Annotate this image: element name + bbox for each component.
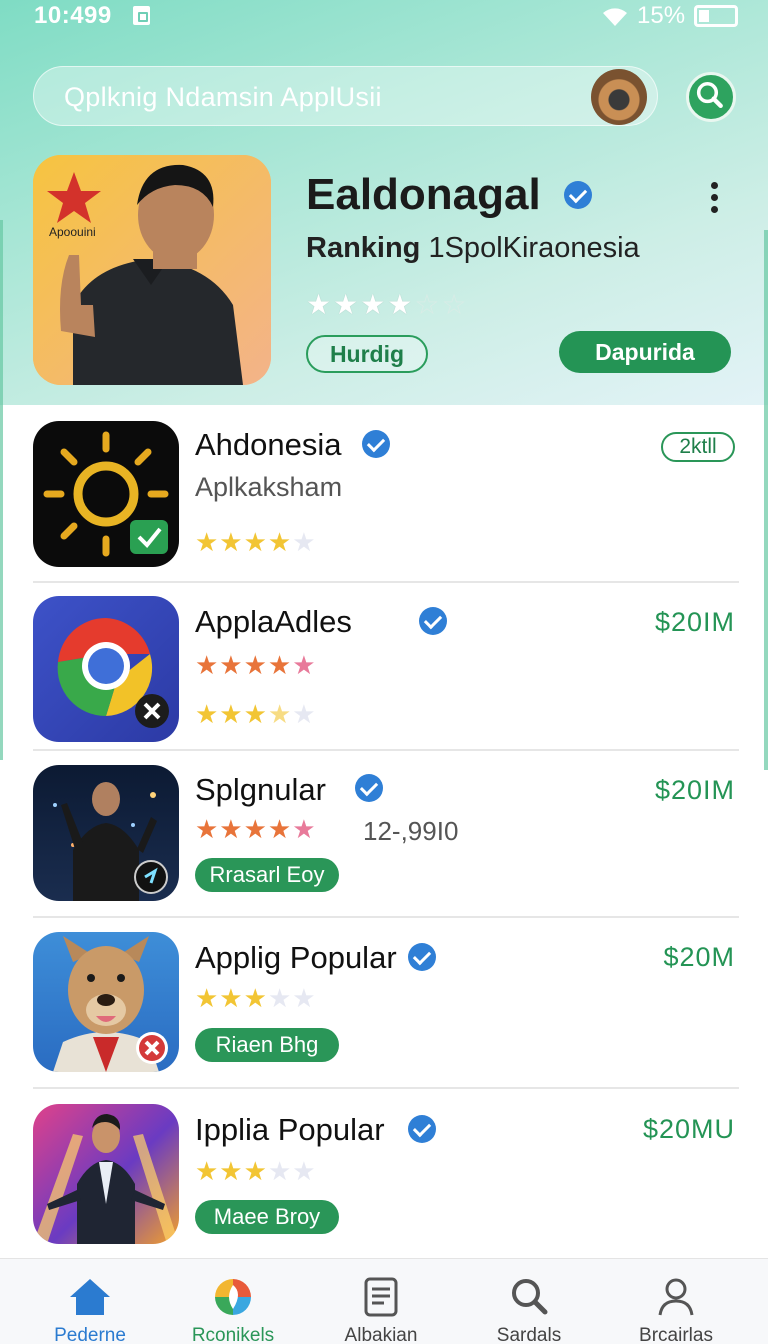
dog-icon: [33, 932, 179, 1072]
featured-app-title: Ealdonagal: [306, 170, 541, 219]
nav-item-home[interactable]: Pederne: [20, 1259, 160, 1344]
app-tag[interactable]: 2ktll: [661, 432, 735, 462]
rating-count: 12-,99I0: [363, 816, 459, 846]
rating-stars: ★★★★★: [195, 983, 317, 1013]
nav-label: Brcairlas: [639, 1325, 713, 1344]
search-icon: [512, 1279, 548, 1315]
notification-icon: [133, 6, 150, 25]
app-name: Ipplia Popular: [195, 1112, 385, 1147]
document-icon: [364, 1277, 398, 1317]
status-bar: 10:499 15%: [0, 0, 768, 32]
featured-app-icon[interactable]: Apoouini: [33, 155, 271, 385]
bottom-navigation: Pederne Rconikels Albakian Sardals Brcai…: [0, 1258, 768, 1344]
rating-stars: ★★★★★: [195, 650, 317, 680]
app-chip[interactable]: Riaen Bhg: [195, 1028, 339, 1062]
sun-icon: [33, 421, 179, 567]
featured-icon-label: Apoouini: [49, 225, 96, 239]
divider: [33, 581, 739, 583]
rating-stars: ★★★★★: [195, 814, 317, 844]
battery-icon: [694, 5, 738, 27]
nav-item-documents[interactable]: Albakian: [311, 1259, 451, 1344]
secondary-button[interactable]: Hurdig: [306, 335, 428, 373]
verified-icon: [362, 430, 390, 458]
verified-icon: [355, 774, 383, 802]
nav-item-recommendations[interactable]: Rconikels: [163, 1259, 303, 1344]
search-button[interactable]: [686, 72, 736, 122]
rating-stars: ★★★★★: [195, 527, 317, 557]
profile-icon: [658, 1278, 694, 1316]
app-chip[interactable]: Rrasarl Eoy: [195, 858, 339, 892]
list-item[interactable]: Applig Popular $20M ★★★★★ Riaen Bhg: [33, 932, 739, 1072]
right-edge-accent: [764, 230, 768, 770]
divider: [33, 916, 739, 918]
app-price: $20IM: [654, 607, 735, 637]
primary-button[interactable]: Dapurida: [559, 331, 731, 373]
home-icon: [70, 1279, 110, 1315]
app-price: $20MU: [642, 1114, 735, 1144]
rating-stars: ★★★★★: [195, 1156, 317, 1186]
app-subtitle: Aplkaksham: [195, 472, 343, 502]
presenter-icon: [33, 765, 179, 901]
list-item[interactable]: ApplaAdles $20IM ★★★★★ ★★★★★: [33, 596, 739, 742]
nav-label: Sardals: [496, 1325, 562, 1344]
verified-icon: [564, 181, 592, 209]
app-price: $20M: [663, 942, 735, 972]
verified-icon: [408, 1115, 436, 1143]
search-input[interactable]: Qplknig Ndamsin ApplUsii: [33, 66, 658, 126]
nav-label: Rconikels: [191, 1325, 275, 1344]
search-icon: [696, 82, 723, 108]
rating-stars: ★★★★★: [195, 699, 317, 729]
app-price: $20IM: [654, 775, 735, 805]
avatar[interactable]: [591, 69, 647, 125]
list-item[interactable]: Ipplia Popular $20MU ★★★★★ Maee Broy: [33, 1104, 739, 1244]
battery-percent: 15%: [637, 2, 686, 29]
app-chip[interactable]: Maee Broy: [195, 1200, 339, 1234]
nav-item-profile[interactable]: Brcairlas: [606, 1259, 746, 1344]
nav-label: Pederne: [54, 1325, 126, 1344]
businessman-icon: [33, 1104, 179, 1244]
list-item[interactable]: Splgnular $20IM ★★★★★ 12-,99I0 Rrasarl E…: [33, 765, 739, 903]
featured-app-subtitle: Ranking 1SpolKiraonesia: [306, 232, 640, 264]
leaf-icon: [215, 1279, 251, 1315]
nav-label: Albakian: [344, 1325, 418, 1344]
search-input-text: Qplknig Ndamsin ApplUsii: [64, 82, 382, 112]
app-name: Splgnular: [195, 772, 326, 807]
more-options-icon[interactable]: [706, 182, 722, 216]
wifi-icon: [603, 8, 627, 26]
browser-icon: [33, 596, 179, 742]
featured-rating-stars: ★★★★☆☆: [306, 289, 469, 320]
star-icon: [47, 172, 101, 223]
app-name: ApplaAdles: [195, 604, 352, 639]
status-time: 10:499: [34, 2, 112, 29]
verified-icon: [408, 943, 436, 971]
app-name: Applig Popular: [195, 940, 397, 975]
app-name: Ahdonesia: [195, 427, 342, 462]
nav-item-search[interactable]: Sardals: [459, 1259, 599, 1344]
left-edge-accent: [0, 220, 3, 760]
divider: [33, 1087, 739, 1089]
divider: [33, 749, 739, 751]
verified-icon: [419, 607, 447, 635]
list-item[interactable]: Ahdonesia 2ktll Aplkaksham ★★★★★: [33, 421, 739, 567]
